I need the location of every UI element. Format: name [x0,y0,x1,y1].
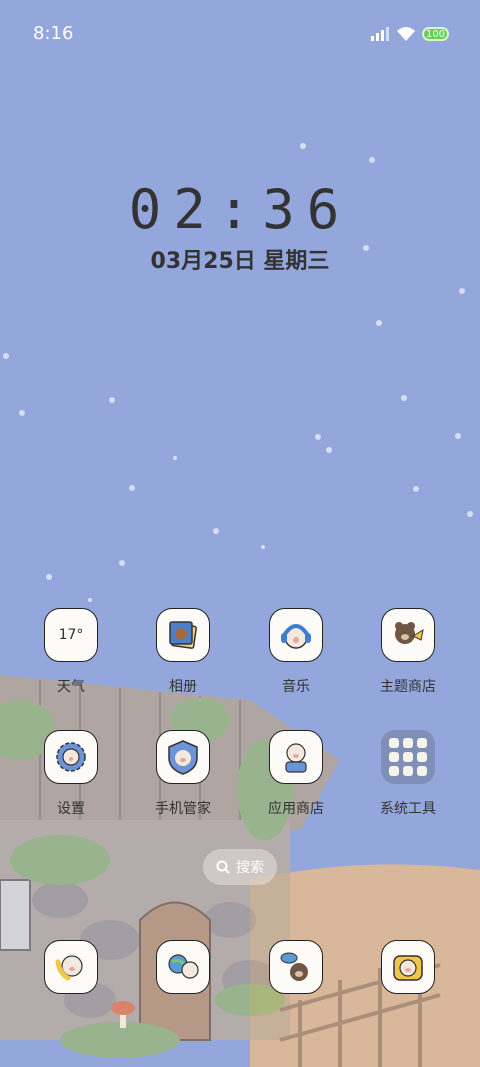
camera-icon [381,940,435,994]
wallpaper [0,143,480,1067]
app-label: 天气 [57,679,85,695]
shield-icon [156,730,210,784]
app-music[interactable]: 音乐 [248,608,344,718]
app-gallery[interactable]: 相册 [135,608,231,718]
app-weather[interactable]: 17° 天气 [23,608,119,718]
theme-store-icon [381,608,435,662]
app-label: 应用商店 [268,801,324,817]
dock-messages[interactable] [248,940,344,1000]
photo-icon [156,608,210,662]
app-label: 手机管家 [155,801,211,817]
status-bar: 8:16 100 [0,0,480,68]
message-icon [269,940,323,994]
clock-date: 03月25日 星期三 [150,249,330,274]
app-app-store[interactable]: 应用商店 [248,730,344,840]
search-button[interactable]: 搜索 [203,849,277,885]
weather-icon: 17° [44,608,98,662]
wifi-icon [397,27,415,41]
app-store-icon [269,730,323,784]
dock-phone[interactable] [23,940,119,1000]
app-theme-store[interactable]: 主题商店 [360,608,456,718]
weather-temp: 17° [58,627,84,643]
status-time: 8:16 [33,23,74,44]
search-icon [216,860,230,874]
app-phone-manager[interactable]: 手机管家 [135,730,231,840]
phone-icon [44,940,98,994]
app-label: 相册 [169,679,197,695]
app-label: 系统工具 [380,801,436,817]
signal-icon [371,27,389,41]
folder-icon [381,730,435,784]
clock-time: 02:36 [128,178,352,241]
home-screen: 8:16 100 02:36 03月25日 星期三 17° 天气 相册 音乐 主… [0,0,480,1067]
search-label: 搜索 [236,860,264,876]
battery-indicator: 100 [422,27,449,41]
browser-icon [156,940,210,994]
music-icon [269,608,323,662]
dock-camera[interactable] [360,940,456,1000]
gear-icon [44,730,98,784]
clock-widget[interactable]: 02:36 03月25日 星期三 [0,178,480,275]
app-label: 设置 [57,801,85,817]
app-folder-system-tools[interactable]: 系统工具 [360,724,456,834]
app-settings[interactable]: 设置 [23,730,119,840]
status-icons: 100 [370,24,449,44]
app-label: 音乐 [282,679,310,695]
dock-browser[interactable] [135,940,231,1000]
app-label: 主题商店 [380,679,436,695]
